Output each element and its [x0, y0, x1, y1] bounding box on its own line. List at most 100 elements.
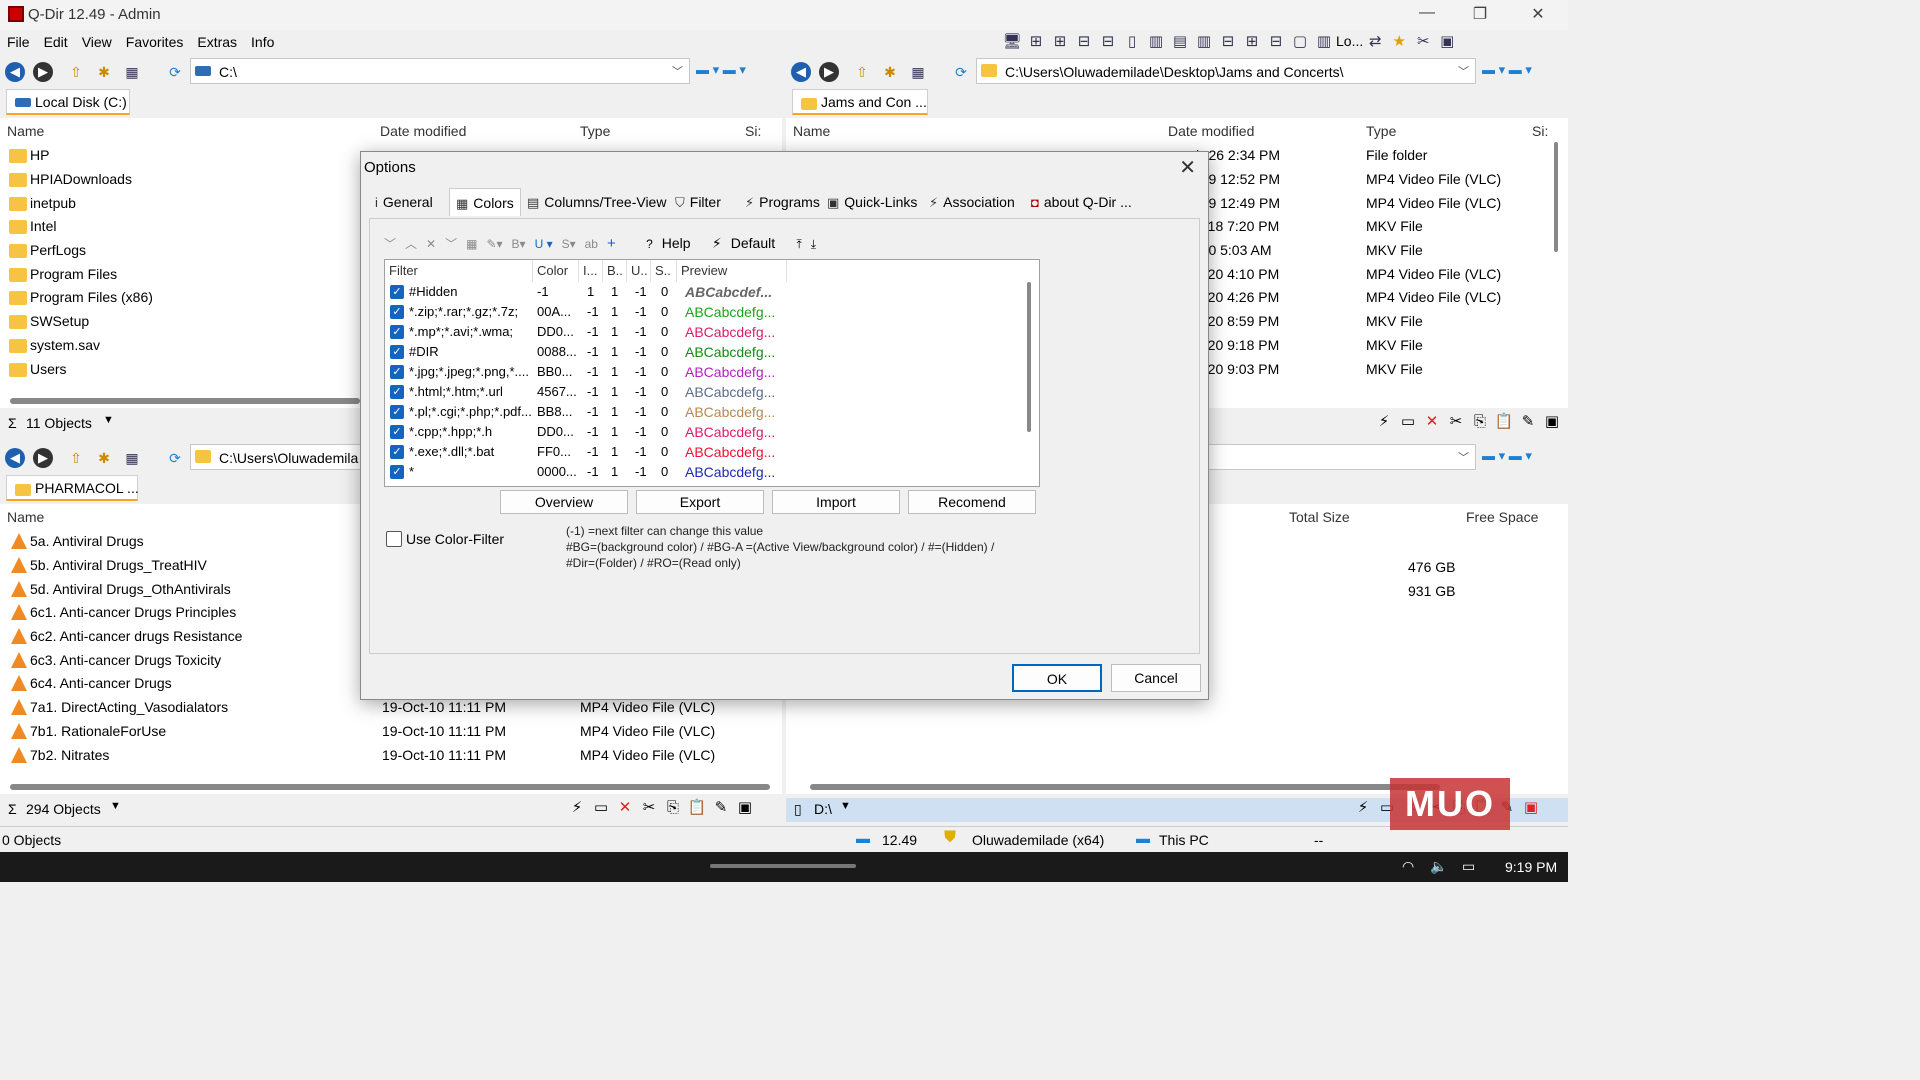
forward-button[interactable]: ▶ — [33, 448, 53, 468]
row-checkbox[interactable]: ✓ — [390, 445, 404, 459]
list-item[interactable]: system.sav — [0, 334, 360, 358]
select-icon[interactable]: ▣ — [733, 798, 757, 816]
menu-favorites[interactable]: Favorites — [119, 30, 191, 50]
column-date-modified[interactable]: Date modified — [380, 123, 466, 149]
help-button[interactable]: ? Help — [646, 235, 699, 251]
use-color-filter-label[interactable]: Use Color-Filter — [406, 531, 504, 547]
horizontal-scrollbar[interactable] — [10, 398, 360, 404]
tab-colors[interactable]: ▦ Colors — [449, 188, 521, 216]
table-row[interactable]: ✓ #DIR 0088... -1 1 -1 0 ABCabcdefg... — [385, 342, 785, 362]
pen-icon[interactable]: ✎▾ — [486, 237, 502, 251]
drive-row[interactable]: 931 GB — [1406, 580, 1506, 604]
refresh-icon[interactable]: ⟳ — [951, 63, 971, 81]
vertical-scrollbar[interactable] — [1027, 282, 1031, 432]
add-icon[interactable]: + — [607, 235, 616, 252]
list-item[interactable]: y-20 4:26 PM MP4 Video File (VLC) — [1196, 286, 1556, 310]
row-checkbox[interactable]: ✓ — [390, 305, 404, 319]
refresh-icon[interactable]: ⟳ — [165, 449, 185, 467]
row-checkbox[interactable]: ✓ — [390, 405, 404, 419]
overview-button[interactable]: Overview — [500, 490, 628, 514]
layout-6-icon[interactable]: ▥ — [1192, 32, 1216, 50]
use-color-filter-checkbox[interactable] — [386, 531, 402, 547]
layout-9-icon[interactable]: ⊟ — [1264, 32, 1288, 50]
list-item[interactable]: y-20 4:10 PM MP4 Video File (VLC) — [1196, 263, 1556, 287]
close-window-button[interactable]: ✕ — [1523, 4, 1553, 24]
list-item[interactable]: Program Files (x86) — [0, 286, 360, 310]
star-icon[interactable]: ★ — [1387, 32, 1411, 50]
list-item[interactable]: Intel — [0, 215, 360, 239]
lo-icon[interactable]: ▥ — [1312, 32, 1336, 50]
check-icon[interactable]: ﹀ — [384, 235, 396, 252]
tab-general[interactable]: i General — [369, 188, 439, 216]
menu-info[interactable]: Info — [244, 30, 281, 50]
bottom-left-address-bar[interactable]: C:\Users\Oluwademila — [190, 444, 370, 470]
horizontal-scrollbar[interactable] — [10, 784, 770, 790]
column-total-size[interactable]: Total Size — [1289, 509, 1350, 535]
minimize-button[interactable]: — — [1412, 4, 1442, 22]
delete-icon[interactable]: ✕ — [426, 237, 436, 251]
lightning-icon[interactable]: ⚡ — [565, 798, 589, 816]
home-indicator[interactable] — [710, 864, 856, 868]
tab-programs[interactable]: ⚡ Programs — [739, 188, 826, 216]
lightning-icon[interactable]: ⚡ — [1372, 412, 1396, 430]
list-item[interactable]: y-20 8:59 PM MKV File — [1196, 310, 1556, 334]
recomend-button[interactable]: Recomend — [908, 490, 1036, 514]
arrows-icon[interactable]: ⇄ — [1363, 32, 1387, 50]
list-item[interactable]: b-26 2:34 PM File folder — [1196, 144, 1556, 168]
tab-quick-links[interactable]: ▣ Quick-Links — [821, 188, 923, 216]
column-underline[interactable]: U.. — [627, 260, 651, 282]
layout-1-icon[interactable]: ⊟ — [1072, 32, 1096, 50]
menu-edit[interactable]: Edit — [37, 30, 75, 50]
move-top-icon[interactable]: ⤒ — [796, 237, 801, 252]
list-item[interactable]: -19 12:52 PM MP4 Video File (VLC) — [1196, 168, 1556, 192]
table-row[interactable]: ✓ *.pl;*.cgi;*.php;*.pdf... BB8... -1 1 -1 0 AB… — [385, 402, 785, 422]
tab-columns-tree-view[interactable]: ▤ Columns/Tree-View — [521, 188, 672, 216]
row-checkbox[interactable]: ✓ — [390, 425, 404, 439]
bottom-right-address-bar[interactable]: ﹀ — [1208, 444, 1476, 470]
drive-row[interactable]: 476 GB — [1406, 556, 1506, 580]
delete-icon[interactable]: ✕ — [1420, 412, 1444, 430]
list-item[interactable]: v-18 7:20 PM MKV File — [1196, 215, 1556, 239]
import-button[interactable]: Import — [772, 490, 900, 514]
default-button[interactable]: ⚡ Default — [712, 235, 784, 252]
new-folder-icon[interactable]: ✱ — [880, 63, 900, 81]
layout-8-icon[interactable]: ⊞ — [1240, 32, 1264, 50]
export-button[interactable]: Export — [636, 490, 764, 514]
wifi-icon[interactable]: ◠ — [1402, 858, 1414, 875]
underline-icon[interactable]: U ▾ — [535, 237, 553, 251]
paste-icon[interactable]: 📋 — [1492, 412, 1516, 430]
properties-icon[interactable]: ✎ — [1516, 412, 1540, 430]
layout-2x2-icon[interactable]: ⊞ — [1048, 32, 1072, 50]
new-folder-icon[interactable]: ✱ — [94, 63, 114, 81]
column-italic[interactable]: I... — [579, 260, 603, 282]
horizontal-scrollbar[interactable] — [810, 784, 1440, 790]
lo-label[interactable]: Lo... — [1336, 33, 1363, 49]
layout-5-icon[interactable]: ▤ — [1168, 32, 1192, 50]
table-row[interactable]: ✓ *.zip;*.rar;*.gz;*.7z; 00A... -1 1 -1 0 ABCab… — [385, 302, 785, 322]
chevron-down-icon[interactable]: ▼ — [840, 800, 851, 812]
window-icon[interactable]: ▣ — [1435, 32, 1459, 50]
layout-3-icon[interactable]: ▯ — [1120, 32, 1144, 50]
move-down-icon[interactable]: ﹀ — [445, 235, 457, 252]
tab-jams-and-concerts[interactable]: Jams and Con ... — [792, 89, 928, 115]
back-button[interactable]: ◀ — [5, 62, 25, 82]
layout-2-icon[interactable]: ⊟ — [1096, 32, 1120, 50]
close-icon[interactable]: ✕ — [1179, 155, 1196, 180]
list-item[interactable]: y-20 9:03 PM MKV File — [1196, 358, 1556, 382]
clock[interactable]: 9:19 PM — [1505, 859, 1557, 875]
objects-count[interactable]: 11 Objects — [26, 415, 92, 431]
list-item[interactable]: -20 5:03 AM MKV File — [1196, 239, 1556, 263]
ok-button[interactable]: OK — [1012, 664, 1102, 692]
menu-view[interactable]: View — [75, 30, 119, 50]
row-checkbox[interactable]: ✓ — [390, 325, 404, 339]
list-item[interactable]: PerfLogs — [0, 239, 360, 263]
list-item[interactable]: Program Files — [0, 263, 360, 287]
list-item[interactable]: inetpub — [0, 192, 360, 216]
rename-icon[interactable]: ▭ — [589, 798, 613, 816]
list-item[interactable]: SWSetup — [0, 310, 360, 334]
chevron-down-icon[interactable]: ﹀ — [1458, 449, 1469, 465]
column-filter[interactable]: Filter — [385, 260, 533, 282]
up-folder-icon[interactable]: ⇧ — [66, 63, 86, 81]
table-row[interactable]: ✓ *.exe;*.dll;*.bat FF0... -1 1 -1 0 ABCabcdefg… — [385, 442, 785, 462]
delete-icon[interactable]: ✕ — [613, 798, 637, 816]
